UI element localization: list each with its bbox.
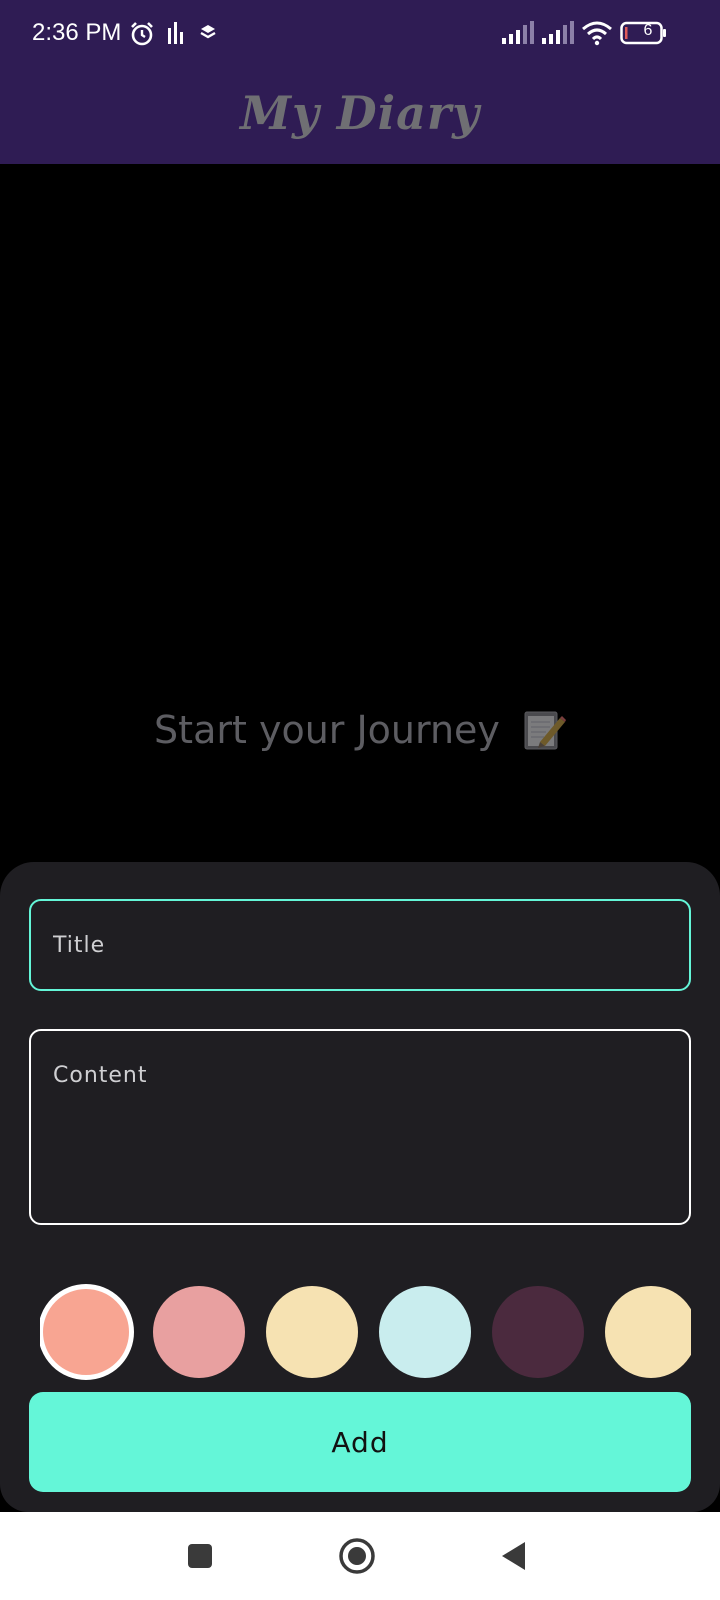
layers-icon [198, 20, 218, 50]
content-input[interactable] [29, 1029, 691, 1225]
color-swatch[interactable] [266, 1286, 358, 1378]
alarm-icon [128, 20, 156, 52]
app-bar: My Diary [0, 70, 720, 164]
activity-icon [166, 20, 186, 50]
app-title: My Diary [240, 86, 480, 140]
signal-icon [540, 20, 576, 50]
color-swatch[interactable] [153, 1286, 245, 1378]
wifi-icon [581, 20, 613, 50]
recents-square-icon[interactable] [160, 1512, 240, 1600]
color-swatch[interactable] [379, 1286, 471, 1378]
status-time: 2:36 PM [32, 19, 122, 46]
title-input[interactable] [29, 899, 691, 991]
color-swatch[interactable] [40, 1284, 134, 1380]
empty-state: Start your Journey [0, 708, 720, 752]
add-button[interactable]: Add [29, 1392, 691, 1492]
color-picker [40, 1284, 691, 1380]
color-swatch[interactable] [492, 1286, 584, 1378]
status-bar: 2:36 PM 6 [0, 0, 720, 70]
memo-pencil-icon [522, 708, 566, 752]
signal-icon [500, 20, 536, 50]
home-circle-icon[interactable] [317, 1512, 397, 1600]
empty-state-text: Start your Journey [154, 708, 500, 752]
system-nav-bar [0, 1512, 720, 1600]
add-entry-sheet: Add [0, 862, 720, 1512]
back-triangle-icon[interactable] [473, 1512, 553, 1600]
battery-level: 6 [643, 22, 653, 39]
color-swatch[interactable] [605, 1286, 691, 1378]
